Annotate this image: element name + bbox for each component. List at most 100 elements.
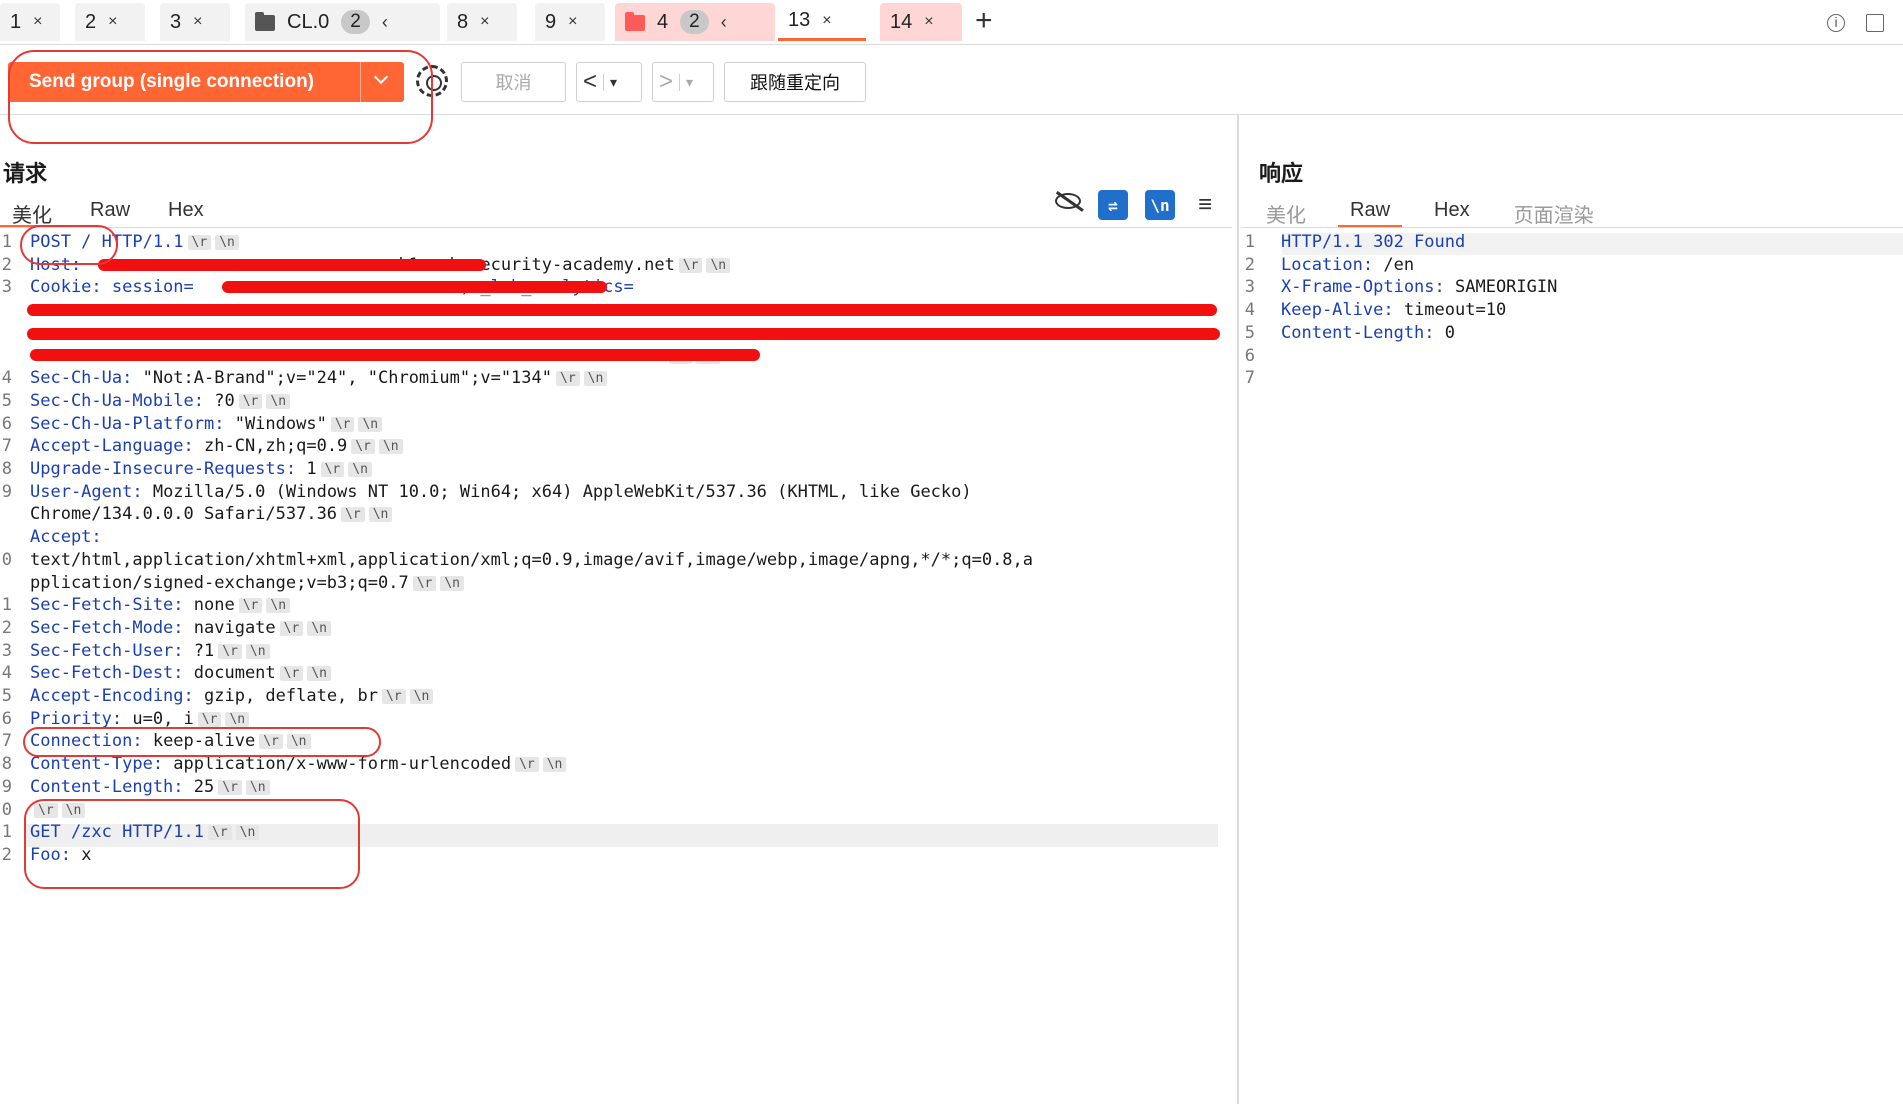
hide-eye-icon[interactable] <box>1055 193 1081 209</box>
line-number: 9 <box>1 776 12 797</box>
wrap-lines-icon[interactable]: ⇌ <box>1098 190 1128 220</box>
tab-pretty[interactable]: 美化 <box>0 193 64 228</box>
line-number: 3 <box>1 640 12 661</box>
code-line: Location: /en <box>1281 254 1414 277</box>
code-line: Sec-Fetch-Mode: navigate \r \n <box>30 617 331 640</box>
chevron-left-icon[interactable]: ‹ <box>721 12 727 33</box>
header-value: navigate <box>193 617 276 638</box>
panel-divider[interactable] <box>1237 115 1239 1104</box>
header-key: Priority: <box>30 708 133 729</box>
redaction-mark <box>98 259 486 271</box>
tab-1[interactable]: 1 × <box>0 3 60 41</box>
header-key: Sec-Fetch-Mode: <box>30 617 194 638</box>
tab-14[interactable]: 14 × <box>880 3 962 41</box>
cancel-button[interactable]: 取消 <box>461 62 566 102</box>
close-icon[interactable]: × <box>924 13 933 31</box>
send-group-button[interactable]: Send group (single connection) <box>8 62 360 102</box>
close-icon[interactable]: × <box>568 13 577 31</box>
header-value: 25 <box>193 776 215 797</box>
tab-count-badge: 2 <box>341 10 370 34</box>
response-editor[interactable]: 1 HTTP/1.1 302 Found 2 Location: /en 3 X-Fram… <box>1241 231 1903 1091</box>
lf-marker: \n <box>368 507 393 523</box>
lf-marker: \n <box>358 416 383 432</box>
line-number: 6 <box>1244 345 1255 366</box>
redaction-mark <box>27 304 1217 316</box>
tab-label: 2 <box>85 10 97 33</box>
send-mode-dropdown[interactable] <box>360 62 404 102</box>
redaction-mark <box>222 281 607 293</box>
code-line: Accept: <box>30 526 112 549</box>
code-line: pplication/signed-exchange;v=b3;q=0.7 \r \… <box>30 572 465 595</box>
header-key: Sec-Fetch-Site: <box>30 595 194 616</box>
tab-raw[interactable]: Raw <box>1338 193 1403 228</box>
close-icon[interactable]: × <box>33 13 42 31</box>
lf-marker: \n <box>266 598 291 614</box>
tab-group-4[interactable]: 4 2 ‹ <box>615 3 775 41</box>
tab-13[interactable]: 13 × <box>778 3 866 41</box>
tab-2[interactable]: 2 × <box>75 3 145 41</box>
header-value: text/html,application/xhtml+xml,applicat… <box>30 549 1034 570</box>
code-line: \r\n <box>30 799 86 822</box>
line-number: 4 <box>1 368 12 389</box>
request-tabs-divider <box>0 227 1232 228</box>
tab-hex[interactable]: Hex <box>1422 193 1482 228</box>
header-value: Chrome/134.0.0.0 Safari/537.36 <box>30 504 338 525</box>
history-back-control[interactable]: < ▾ <box>576 62 642 102</box>
menu-icon[interactable]: ≡ <box>1190 190 1220 220</box>
lf-marker: \n <box>440 575 465 591</box>
close-icon[interactable]: × <box>822 12 831 30</box>
forward-arrow-icon[interactable]: > <box>653 68 679 96</box>
tab-group-cl0[interactable]: CL.0 2 ‹ <box>245 3 440 41</box>
tab-pretty[interactable]: 美化 <box>1254 193 1318 228</box>
cr-marker: \r <box>351 439 375 455</box>
cr-marker: \r <box>34 802 58 818</box>
header-key: Foo: <box>30 844 82 865</box>
chevron-down-icon <box>373 69 389 85</box>
follow-redirect-button[interactable]: 跟随重定向 <box>724 62 866 102</box>
new-tab-button[interactable]: + <box>975 6 993 36</box>
lf-marker: \n <box>706 257 731 273</box>
code-line: X-Frame-Options: SAMEORIGIN <box>1281 276 1557 299</box>
tab-label: 13 <box>788 9 811 31</box>
lf-marker: \n <box>235 825 260 841</box>
line-number: 1 <box>1244 232 1255 252</box>
code-line: POST / HTTP/1.1 \r \n <box>30 231 239 254</box>
line-number: 2 <box>1 254 12 275</box>
newline-toggle-icon[interactable]: \n <box>1145 190 1175 220</box>
line-number: 1 <box>1 822 12 843</box>
tab-bar: 1 × 2 × 3 × CL.0 2 ‹ 8 × 9 × 4 2 ‹ 13 × … <box>0 0 1903 45</box>
tab-raw[interactable]: Raw <box>78 193 142 228</box>
back-arrow-icon[interactable]: < <box>577 68 603 96</box>
close-icon[interactable]: × <box>480 13 489 31</box>
forward-dropdown-icon[interactable]: ▾ <box>679 73 699 91</box>
code-line: Sec-Fetch-Site: none \r \n <box>30 594 291 617</box>
code-line: Content-Length: 0 <box>1281 322 1455 345</box>
cr-marker: \r <box>279 666 304 682</box>
lf-marker: \n <box>245 643 270 659</box>
header-value: SAMEORIGIN <box>1455 277 1558 298</box>
lf-marker: \n <box>286 734 311 750</box>
tab-hex[interactable]: Hex <box>156 193 216 228</box>
tab-render[interactable]: 页面渲染 <box>1502 193 1606 228</box>
cr-marker: \r <box>341 507 365 523</box>
header-key: GET /zxc HTTP/1.1 <box>30 822 204 843</box>
history-forward-control[interactable]: > ▾ <box>652 62 714 102</box>
close-icon[interactable]: × <box>193 13 202 31</box>
lf-marker: \n <box>583 371 608 387</box>
tab-label: 3 <box>170 10 182 33</box>
header-key: Host: <box>30 254 92 275</box>
code-line: Upgrade-Insecure-Requests: 1 \r \n <box>30 458 372 481</box>
settings-gear-icon[interactable] <box>416 65 448 97</box>
back-dropdown-icon[interactable]: ▾ <box>603 73 623 91</box>
cr-marker: \r <box>320 462 345 477</box>
tab-9[interactable]: 9 × <box>535 3 605 41</box>
code-line: Priority: u=0, i \r \n <box>30 708 250 731</box>
line-number: 6 <box>1 708 12 729</box>
close-icon[interactable]: × <box>108 13 117 31</box>
tab-3[interactable]: 3 × <box>160 3 230 41</box>
info-icon[interactable]: i <box>1827 14 1845 32</box>
tab-8[interactable]: 8 × <box>447 3 517 41</box>
popout-icon[interactable] <box>1866 14 1884 32</box>
cr-marker: \r <box>382 689 406 704</box>
chevron-left-icon[interactable]: ‹ <box>382 12 388 33</box>
